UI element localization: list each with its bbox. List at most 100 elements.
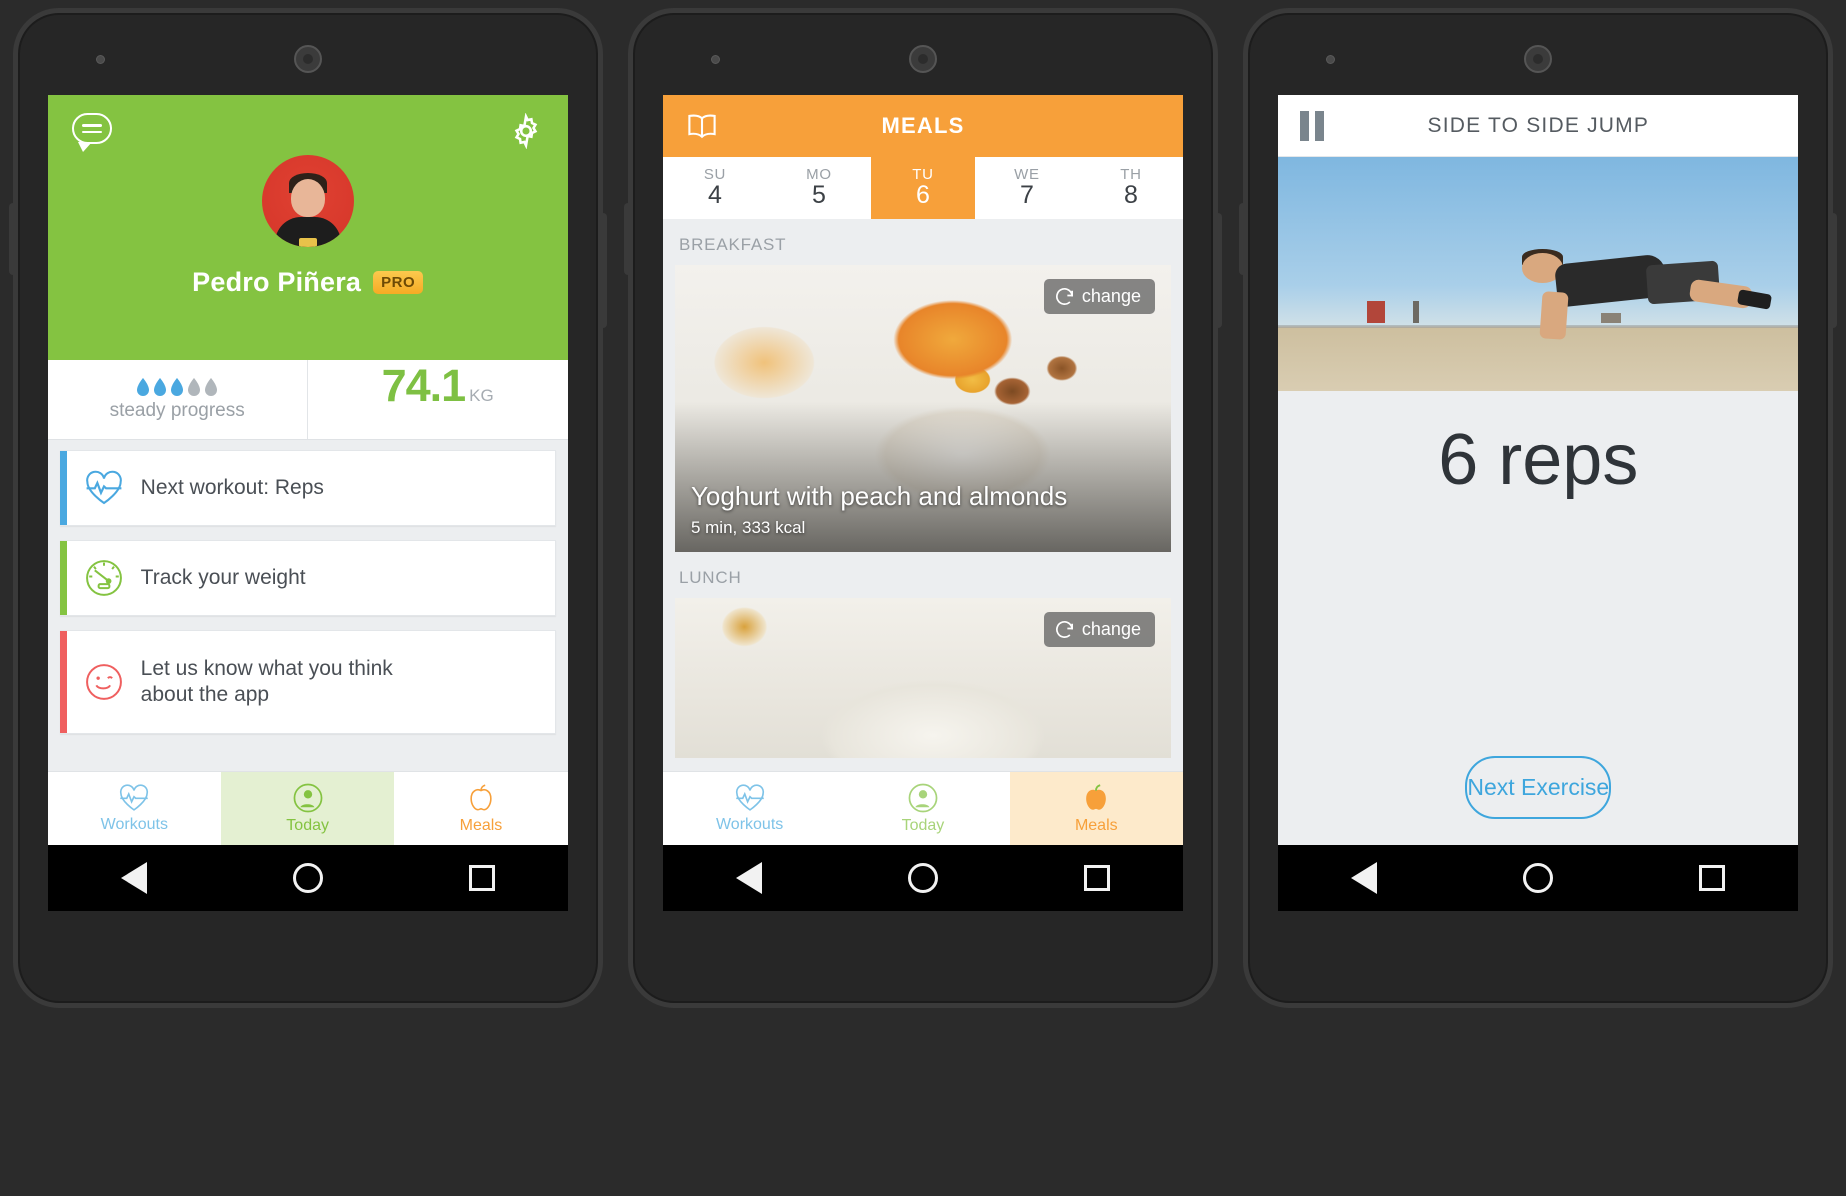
day-selector: SU 4 MO 5 TU 6 WE 7 TH 8 xyxy=(662,157,1183,219)
tab-meals[interactable]: Meals xyxy=(394,772,567,845)
cards-list: Next workout: Reps Track your weight Let… xyxy=(47,440,568,771)
gear-icon[interactable] xyxy=(508,112,544,150)
sensor-icon xyxy=(710,55,720,64)
recents-square-icon[interactable] xyxy=(468,865,495,891)
home-circle-icon[interactable] xyxy=(1523,863,1554,893)
background-object xyxy=(1366,301,1385,324)
progress-drops xyxy=(136,377,218,397)
avatar[interactable] xyxy=(48,155,568,247)
home-circle-icon[interactable] xyxy=(292,863,323,893)
change-label: change xyxy=(1081,619,1141,639)
exercise-header: SIDE TO SIDE JUMP xyxy=(1278,95,1799,157)
drop-icon xyxy=(137,377,150,396)
section-breakfast-label: BREAKFAST xyxy=(678,235,787,254)
day-tab-tu[interactable]: TU 6 xyxy=(870,157,975,219)
pause-icon[interactable] xyxy=(1300,110,1325,141)
recents-square-icon[interactable] xyxy=(1083,865,1110,891)
apple-icon xyxy=(470,784,492,811)
tab-label: Today xyxy=(901,817,945,834)
progress-label: steady progress xyxy=(109,399,245,421)
phone-mockups-row: Pedro Piñera PRO steady progress 74.1 KG… xyxy=(0,0,1846,1196)
meal-name: Yoghurt with peach and almonds xyxy=(690,480,1068,511)
card-feedback[interactable]: Let us know what you think about the app xyxy=(59,630,556,734)
android-softnav xyxy=(47,845,568,911)
tab-workouts[interactable]: Workouts xyxy=(48,772,221,845)
section-lunch-label: LUNCH xyxy=(678,568,742,587)
day-number: 6 xyxy=(916,181,930,209)
home-circle-icon[interactable] xyxy=(907,863,938,893)
drop-icon xyxy=(154,377,167,396)
day-tab-we[interactable]: WE 7 xyxy=(975,157,1079,219)
back-triangle-icon[interactable] xyxy=(1351,862,1378,894)
heart-pulse-icon xyxy=(120,784,149,811)
drop-icon xyxy=(171,377,184,396)
day-number: 5 xyxy=(812,181,826,209)
change-label: change xyxy=(1081,286,1141,306)
wink-face-icon xyxy=(67,662,141,702)
tab-label: Workouts xyxy=(100,816,168,833)
change-breakfast-button[interactable]: change xyxy=(1043,279,1155,314)
person-icon xyxy=(293,783,323,813)
drop-icon xyxy=(205,377,218,396)
volume-button[interactable] xyxy=(623,203,631,275)
next-exercise-button[interactable]: Next Exercise xyxy=(1465,756,1612,819)
android-softnav xyxy=(662,845,1183,911)
profile-hero: Pedro Piñera PRO xyxy=(47,95,568,360)
weight-value: 74.1 xyxy=(381,360,467,411)
power-button[interactable] xyxy=(1214,213,1222,328)
device-phone-1: Pedro Piñera PRO steady progress 74.1 KG… xyxy=(8,8,607,1196)
tab-label: Meals xyxy=(459,817,503,834)
reps-area: 6 reps Next Exercise xyxy=(1278,391,1799,845)
meal-card-breakfast[interactable]: change Yoghurt with peach and almonds 5 … xyxy=(674,265,1171,552)
card-track-weight[interactable]: Track your weight xyxy=(59,540,556,616)
meals-header: MEALS xyxy=(662,95,1183,157)
card-label: Track your weight xyxy=(140,565,306,589)
change-lunch-button[interactable]: change xyxy=(1043,612,1155,647)
day-tab-su[interactable]: SU 4 xyxy=(663,157,767,219)
exercise-title: SIDE TO SIDE JUMP xyxy=(1427,113,1650,137)
card-label: Next workout: Reps xyxy=(140,475,324,499)
exercise-video[interactable] xyxy=(1278,157,1799,391)
device-phone-3: SIDE TO SIDE JUMP 6 reps Next Exercise xyxy=(1239,8,1838,1196)
meal-card-lunch[interactable]: change xyxy=(674,598,1171,758)
apple-icon xyxy=(1086,784,1107,810)
front-camera-icon xyxy=(908,45,937,73)
heart-pulse-icon xyxy=(735,784,764,811)
weight-stat[interactable]: 74.1 KG xyxy=(308,360,568,439)
progress-stat[interactable]: steady progress xyxy=(48,360,308,439)
chat-bubble-icon[interactable] xyxy=(71,113,112,152)
pro-badge: PRO xyxy=(373,271,424,294)
bottom-tabbar: Workouts Today Meals xyxy=(662,771,1183,845)
back-triangle-icon[interactable] xyxy=(120,862,147,894)
screen-today: Pedro Piñera PRO steady progress 74.1 KG… xyxy=(47,95,568,911)
day-tab-mo[interactable]: MO 5 xyxy=(767,157,871,219)
tab-meals[interactable]: Meals xyxy=(1009,772,1183,845)
sensor-icon xyxy=(95,55,105,64)
meals-scroll[interactable]: BREAKFAST change Yoghurt with peach and … xyxy=(662,219,1183,771)
user-name: Pedro Piñera xyxy=(192,267,362,297)
day-number: 4 xyxy=(708,181,722,209)
meal-meta: 5 min, 333 kcal xyxy=(690,518,806,537)
front-camera-icon xyxy=(1524,45,1553,73)
power-button[interactable] xyxy=(599,213,607,328)
power-button[interactable] xyxy=(1830,213,1838,328)
tab-today[interactable]: Today xyxy=(220,772,395,845)
tab-today[interactable]: Today xyxy=(836,772,1009,845)
android-softnav xyxy=(1278,845,1799,911)
recents-square-icon[interactable] xyxy=(1699,865,1726,891)
refresh-icon xyxy=(1055,621,1073,638)
open-book-icon[interactable] xyxy=(685,112,719,140)
volume-button[interactable] xyxy=(1239,203,1247,275)
device-top-bezel xyxy=(1248,13,1828,95)
tab-workouts[interactable]: Workouts xyxy=(663,772,836,845)
volume-button[interactable] xyxy=(8,203,16,275)
day-tab-th[interactable]: TH 8 xyxy=(1079,157,1183,219)
reps-count: 6 reps xyxy=(1438,420,1639,500)
heart-pulse-icon xyxy=(67,469,141,507)
person-icon xyxy=(908,783,938,813)
day-number: 7 xyxy=(1020,181,1034,209)
background-person xyxy=(1413,301,1420,324)
card-next-workout[interactable]: Next workout: Reps xyxy=(59,450,556,526)
bottom-tabbar: Workouts Today Meals xyxy=(47,771,568,845)
back-triangle-icon[interactable] xyxy=(735,862,762,894)
